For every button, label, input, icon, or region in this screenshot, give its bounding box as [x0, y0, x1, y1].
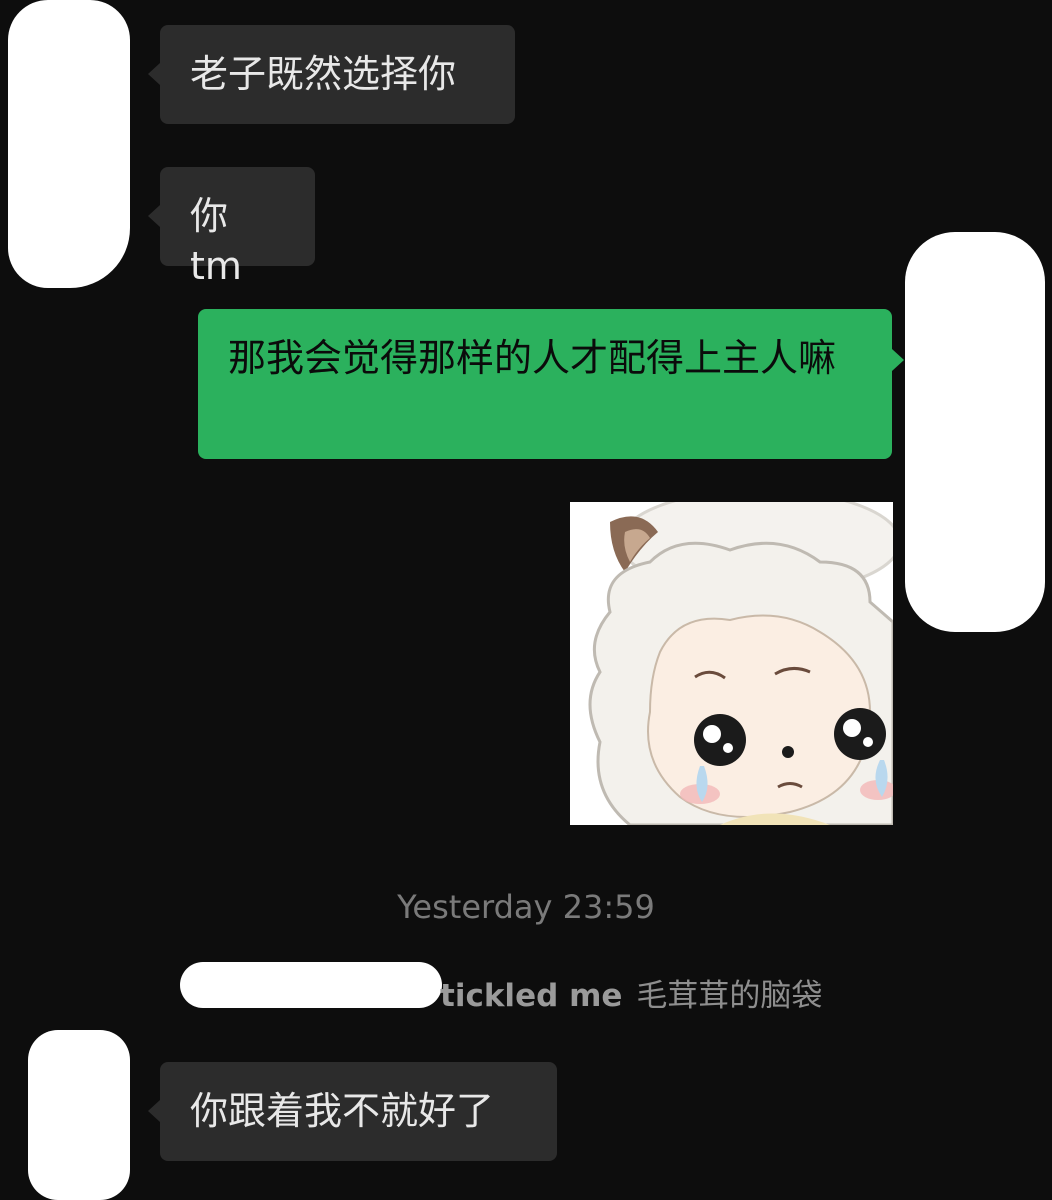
incoming-message[interactable]: 老子既然选择你 — [148, 25, 515, 124]
redacted-avatar-top-left — [8, 0, 130, 288]
message-timestamp: Yesterday 23:59 — [397, 888, 655, 926]
message-text: 老子既然选择你 — [190, 52, 457, 96]
message-text: 你 tm — [190, 194, 242, 288]
redacted-avatar-right — [905, 232, 1045, 632]
tickle-notice: tickled me 毛茸茸的脑袋 — [440, 970, 822, 1015]
redacted-avatar-bottom-left — [28, 1030, 130, 1200]
crying-sheep-sticker[interactable] — [570, 502, 893, 825]
outgoing-message[interactable]: 那我会觉得那样的人才配得上主人嘛 — [198, 309, 904, 459]
incoming-message[interactable]: 你 tm — [148, 167, 315, 288]
sheep-illustration — [570, 502, 893, 825]
tickle-action: tickled me — [440, 978, 623, 1014]
message-text: 你跟着我不就好了 — [190, 1089, 495, 1133]
message-text: 那我会觉得那样的人才配得上主人嘛 — [228, 336, 837, 380]
chat-view[interactable]: 老子既然选择你 你 tm 那我会觉得那样的人才配得上主人嘛 Yesterday … — [0, 0, 1052, 1200]
redacted-name-system — [180, 962, 442, 1008]
tickle-suffix: 毛茸茸的脑袋 — [636, 978, 823, 1014]
incoming-message[interactable]: 你跟着我不就好了 — [148, 1062, 557, 1161]
